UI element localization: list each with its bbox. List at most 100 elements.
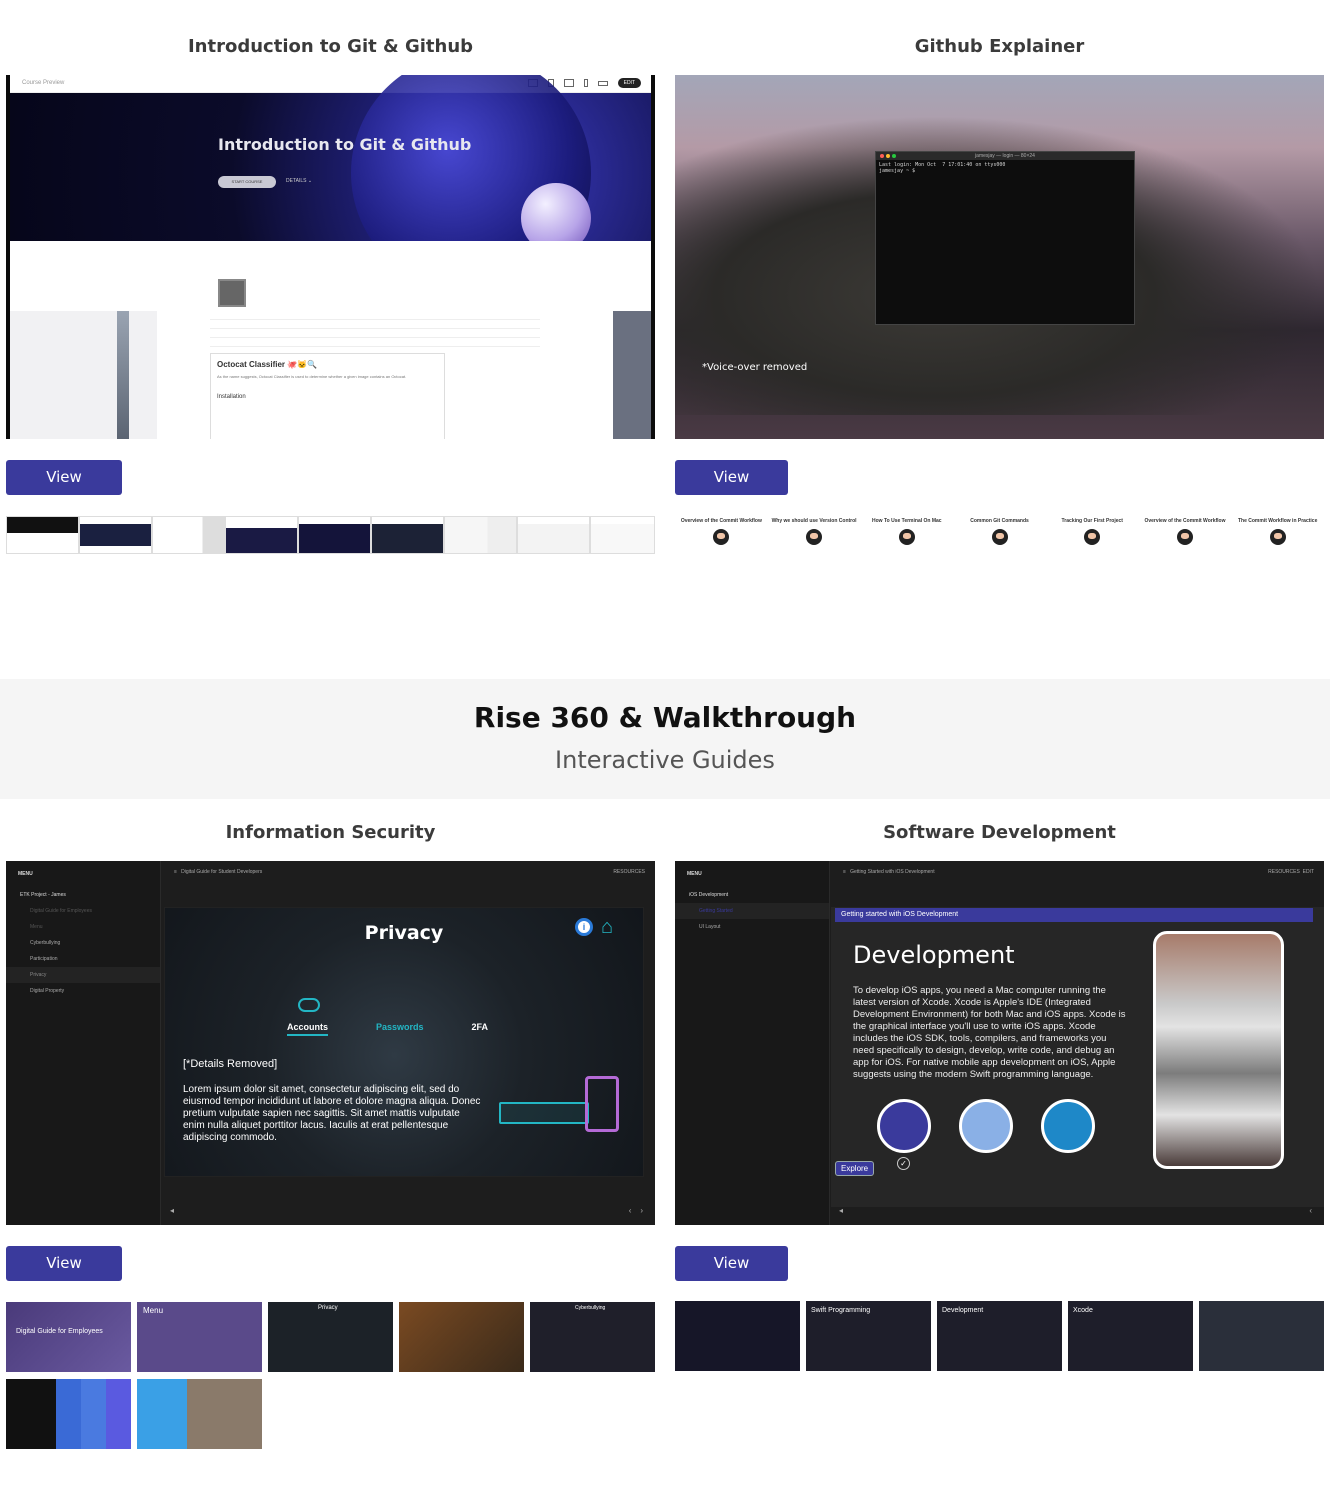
readme-text: As the name suggests, Octocat Classifier… <box>217 374 407 379</box>
voice-over-note: *Voice-over removed <box>702 362 808 373</box>
cloud-icon <box>298 998 320 1012</box>
git-course-preview[interactable]: Course Preview EDIT Introduction to Git … <box>6 75 655 439</box>
resources-link[interactable]: RESOURCES <box>613 869 645 875</box>
octocat-icon <box>898 529 915 545</box>
laptop-icon[interactable] <box>877 1099 931 1153</box>
github-view-button[interactable]: View <box>675 460 788 495</box>
sidebar-item-active[interactable]: Privacy <box>6 967 160 983</box>
readme-box: Octocat Classifier 🐙🐱🔍 As the name sugge… <box>210 353 445 439</box>
start-course-button[interactable]: START COURSE <box>218 176 276 188</box>
chapter-thumbnail[interactable]: Overview of the Commit Workflow <box>1139 512 1232 564</box>
phone-view-icon[interactable] <box>583 79 588 87</box>
section-title: Rise 360 & Walkthrough <box>473 701 857 734</box>
chapter-thumbnail[interactable]: Overview of the Commit Workflow <box>675 512 768 564</box>
infosec-thumbnail[interactable]: Menu <box>137 1302 262 1372</box>
details-removed-note: [*Details Removed] <box>183 1058 278 1070</box>
git-thumbnail[interactable] <box>152 516 225 554</box>
infosec-thumbnail[interactable]: Cyberbullying <box>530 1302 655 1372</box>
landscape-view-icon[interactable] <box>597 80 608 86</box>
git-thumbnail[interactable] <box>517 516 590 554</box>
slide-nav[interactable]: ‹ › <box>629 1206 643 1215</box>
explore-button[interactable]: Explore <box>835 1161 875 1176</box>
git-thumbnail[interactable] <box>590 516 655 554</box>
slide-body: To develop iOS apps, you need a Mac comp… <box>853 985 1126 1080</box>
github-explainer-video[interactable]: jamesjay — login — 80×24 Last login: Mon… <box>675 75 1324 439</box>
software-thumbnail[interactable]: Development <box>937 1301 1062 1371</box>
chapter-thumbnail[interactable]: How To Use Terminal On Mac <box>860 512 953 564</box>
edit-button[interactable]: EDIT <box>617 78 641 88</box>
volume-icon[interactable]: ◂ <box>170 1206 174 1215</box>
home-icon[interactable]: ⌂ <box>601 916 625 938</box>
preview-topbar-label: Course Preview <box>22 80 65 86</box>
git-thumbnail[interactable] <box>298 516 371 554</box>
tab-2fa[interactable]: 2FA <box>472 1022 489 1036</box>
code-icon[interactable] <box>959 1099 1013 1153</box>
infosec-module-preview[interactable]: MENU ETK Project - James Digital Guide f… <box>6 861 655 1225</box>
slide-nav[interactable]: ‹ <box>1309 1206 1312 1215</box>
sidebar-item[interactable]: Cyberbullying <box>6 935 160 951</box>
side-panel-left <box>10 311 157 439</box>
sidebar-item[interactable]: iOS Development <box>675 887 829 903</box>
software-thumbnail[interactable] <box>1199 1301 1324 1371</box>
sidebar-item[interactable]: UI Layout <box>675 919 829 935</box>
software-dev-title: Software Development <box>883 822 1116 843</box>
tab-passwords[interactable]: Passwords <box>376 1022 424 1036</box>
infosec-view-button[interactable]: View <box>6 1246 122 1281</box>
menu-label: MENU <box>18 871 33 877</box>
chapter-thumbnail[interactable]: Common Git Commands <box>953 512 1046 564</box>
slide-title: Development <box>853 941 1015 969</box>
software-dev-module-preview[interactable]: MENU iOS Development Getting Started UI … <box>675 861 1324 1225</box>
slide-title: Privacy <box>364 922 444 944</box>
hamburger-icon[interactable]: ≡ <box>174 869 177 875</box>
details-dropdown[interactable]: DETAILS ⌄ <box>286 178 312 184</box>
git-thumbnail[interactable] <box>79 516 152 554</box>
sidebar-item-active[interactable]: Getting Started <box>675 903 829 919</box>
sidebar-item[interactable]: ETK Project - James <box>6 887 160 903</box>
octocat-icon <box>1269 529 1286 545</box>
chapter-thumbnail[interactable]: Tracking Our First Project <box>1046 512 1139 564</box>
password-lock-icon <box>499 1076 619 1132</box>
hero-title: Introduction to Git & Github <box>218 135 472 154</box>
infosec-thumbnail[interactable] <box>6 1379 131 1449</box>
terminal-output: Last login: Mon Oct 7 17:01:40 on ttys00… <box>879 162 1006 174</box>
module-sidebar: MENU iOS Development Getting Started UI … <box>675 861 830 1225</box>
github-explainer-title: Github Explainer <box>914 36 1085 57</box>
volume-icon[interactable]: ◂ <box>839 1206 843 1215</box>
section-header: Rise 360 & Walkthrough Interactive Guide… <box>0 679 1330 799</box>
sidebar-item[interactable]: Menu <box>6 919 160 935</box>
module-topbar: ≡ Digital Guide for Student Developers R… <box>162 861 655 883</box>
infosec-thumbnail[interactable] <box>399 1302 524 1372</box>
module-title: Digital Guide for Student Developers <box>181 869 263 875</box>
tab-accounts[interactable]: Accounts <box>287 1022 329 1036</box>
course-body: Octocat Classifier 🐙🐱🔍 As the name sugge… <box>10 241 651 439</box>
chapter-thumbnail[interactable]: Why we should use Version Control <box>768 512 861 564</box>
laptop-view-icon[interactable] <box>563 79 574 87</box>
privacy-slide: Privacy i ⌂ Accounts Passwords 2FA [*Det… <box>164 907 644 1177</box>
infosec-thumbnail[interactable]: Digital Guide for Employees <box>6 1302 131 1372</box>
software-thumbnail[interactable] <box>675 1301 800 1371</box>
git-thumbnail[interactable] <box>225 516 298 554</box>
code-logo-icon <box>218 279 246 307</box>
git-view-button[interactable]: View <box>6 460 122 495</box>
git-thumbnail[interactable] <box>371 516 444 554</box>
software-thumbnail[interactable]: Xcode <box>1068 1301 1193 1371</box>
monitor-icon[interactable] <box>1041 1099 1095 1153</box>
module-topbar: ≡ Getting Started with iOS Development R… <box>831 861 1324 883</box>
info-icon[interactable]: i <box>575 918 593 936</box>
sidebar-item[interactable]: Digital Property <box>6 983 160 999</box>
chapter-thumbnail[interactable]: The Commit Workflow in Practice <box>1231 512 1324 564</box>
infosec-thumbnail[interactable] <box>137 1379 262 1449</box>
hamburger-icon[interactable]: ≡ <box>843 869 846 875</box>
git-thumbnail[interactable] <box>444 516 517 554</box>
resources-link[interactable]: RESOURCES EDIT <box>1268 869 1314 875</box>
software-view-button[interactable]: View <box>675 1246 788 1281</box>
octocat-icon <box>1176 529 1193 545</box>
sidebar-item[interactable]: Digital Guide for Employees <box>6 903 160 919</box>
sidebar-item[interactable]: Participation <box>6 951 160 967</box>
module-footer: ◂ ‹ <box>831 1201 1324 1225</box>
course-hero: Introduction to Git & Github START COURS… <box>10 75 651 293</box>
software-thumbnail[interactable]: Swift Programming <box>806 1301 931 1371</box>
git-thumbnail[interactable] <box>6 516 79 554</box>
lesson-banner: Getting started with iOS Development <box>835 908 1313 922</box>
infosec-thumbnail[interactable]: Privacy <box>268 1302 393 1372</box>
